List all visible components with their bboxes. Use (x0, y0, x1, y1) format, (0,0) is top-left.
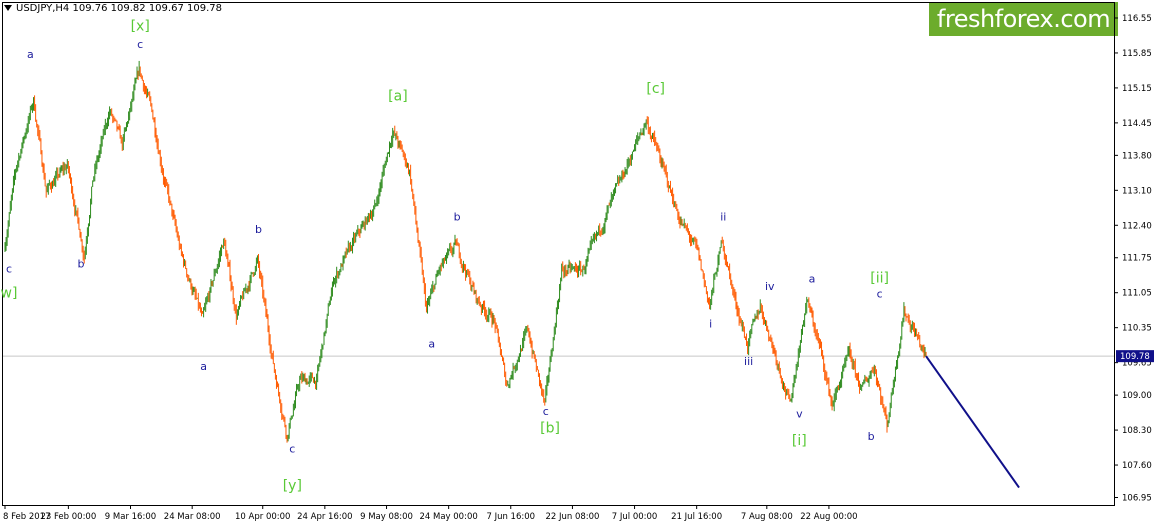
wave-label-minor: b (78, 258, 85, 271)
x-tick-label: 7 Jun 16:00 (486, 512, 535, 522)
x-tick-label: 9 Mar 16:00 (105, 512, 156, 522)
x-tick-label: 10 Apr 00:00 (235, 512, 290, 522)
x-tick-label: 22 Jun 08:00 (545, 512, 599, 522)
wave-label-minor: i (709, 318, 712, 331)
wave-label-minor: c (543, 405, 549, 418)
x-tick-label: 9 May 08:00 (360, 512, 413, 522)
wave-label-minor: a (27, 48, 34, 61)
x-tick-label: 24 May 00:00 (419, 512, 477, 522)
x-tick-label: 23 Feb 00:00 (40, 512, 96, 522)
forecast-line (925, 355, 1020, 489)
y-tick-label: 107.60 (1122, 461, 1152, 471)
x-tick-label: 22 Aug 00:00 (800, 512, 857, 522)
price-chart[interactable]: acw]b[x]cabc[y][a]abc[b][c]iiiiiiivav[i]… (0, 0, 1155, 527)
current-price-label: 109.78 (1120, 352, 1150, 362)
wave-label-primary: [ii] (870, 271, 889, 287)
x-tick-label: 24 Mar 08:00 (164, 512, 221, 522)
y-tick-label: 113.80 (1122, 151, 1152, 161)
candles-group (4, 60, 927, 443)
wave-label-minor: c (6, 263, 12, 276)
y-tick-label: 111.75 (1122, 254, 1152, 264)
x-tick-label: 7 Jul 00:00 (612, 512, 658, 522)
wave-label-primary: [x] (131, 18, 150, 34)
wave-label-minor: c (289, 443, 295, 456)
y-tick-label: 109.00 (1122, 391, 1152, 401)
wave-label-minor: v (796, 408, 803, 421)
wave-label-primary: w] (1, 286, 18, 302)
wave-label-primary: [a] (388, 88, 408, 104)
wave-label-minor: c (877, 288, 883, 301)
x-tick-label: 7 Aug 08:00 (741, 512, 793, 522)
wave-label-minor: a (200, 360, 207, 373)
y-tick-label: 108.30 (1122, 426, 1152, 436)
time-axis: 8 Feb 201723 Feb 00:00 9 Mar 16:00 24 Mar … (3, 505, 858, 522)
wave-label-primary: [c] (646, 81, 665, 97)
wave-label-minor: b (255, 223, 262, 236)
wave-label-minor: b (868, 430, 875, 443)
y-tick-label: 111.05 (1122, 289, 1152, 299)
wave-label-primary: [y] (283, 478, 302, 494)
x-tick-label: 21 Jul 16:00 (671, 512, 722, 522)
wave-label-minor: c (137, 38, 143, 51)
wave-label-minor: ii (720, 210, 726, 223)
wave-label-primary: [i] (792, 433, 807, 449)
y-tick-label: 112.40 (1122, 221, 1152, 231)
y-tick-label: 114.45 (1122, 119, 1152, 129)
y-tick-label: 116.55 (1122, 14, 1152, 24)
price-axis: 116.55 115.85 115.15 114.45 113.80 113.10 112.… (1114, 14, 1154, 504)
y-tick-label: 110.35 (1122, 324, 1152, 334)
wave-label-primary: [b] (540, 421, 560, 437)
y-tick-label: 113.10 (1122, 186, 1152, 196)
wave-label-minor: iii (744, 355, 753, 368)
y-tick-label: 115.15 (1122, 84, 1152, 94)
x-tick-label: 24 Apr 16:00 (297, 512, 352, 522)
wave-label-minor: a (428, 338, 435, 351)
forecast-group (925, 355, 1020, 489)
wave-label-minor: iv (765, 280, 775, 293)
y-tick-label: 115.85 (1122, 49, 1152, 59)
wave-label-minor: a (809, 273, 816, 286)
y-tick-label: 106.95 (1122, 494, 1152, 504)
wave-label-minor: b (454, 210, 461, 223)
